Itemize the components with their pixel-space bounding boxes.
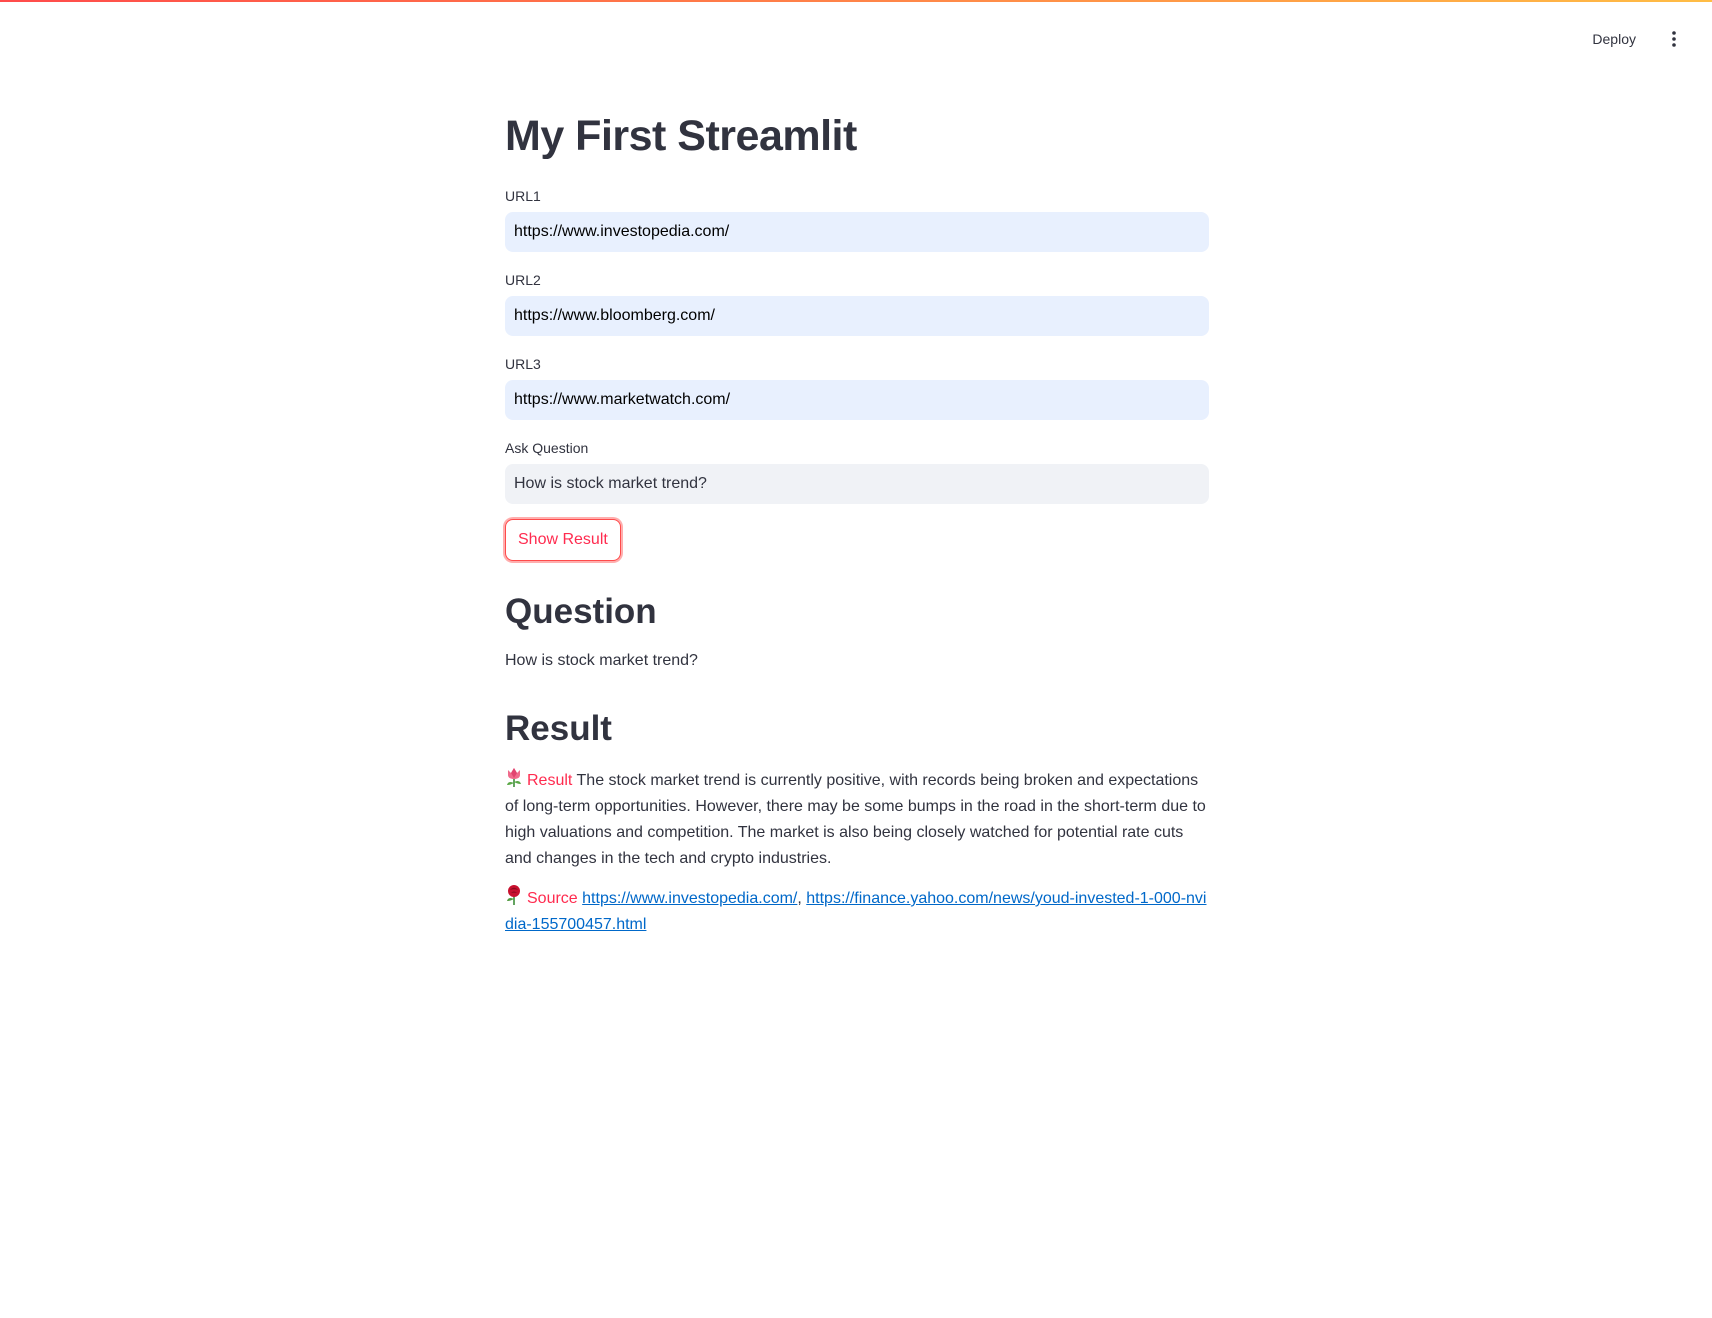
page-title: My First Streamlit (505, 112, 857, 160)
url1-input[interactable] (505, 212, 1209, 252)
show-result-button[interactable]: Show Result (505, 519, 621, 561)
source-separator: , (797, 890, 807, 907)
url3-label: URL3 (505, 356, 541, 372)
source-paragraph: Source https://www.investopedia.com/, ht… (505, 885, 1209, 938)
url1-label: URL1 (505, 188, 541, 204)
more-vertical-icon (1672, 31, 1676, 47)
result-text: The stock market trend is currently posi… (505, 772, 1206, 867)
result-label: Result (527, 772, 573, 789)
tulip-icon (507, 768, 521, 787)
app-header: Deploy (0, 2, 1712, 66)
source-link-1[interactable]: https://www.investopedia.com/ (582, 890, 797, 907)
ask-question-label: Ask Question (505, 440, 589, 456)
deploy-button[interactable]: Deploy (1584, 23, 1644, 55)
url2-input[interactable] (505, 296, 1209, 336)
result-paragraph: Result The stock market trend is current… (505, 767, 1209, 872)
main-menu-button[interactable] (1658, 23, 1690, 55)
question-heading: Question (505, 592, 657, 631)
url2-label: URL2 (505, 272, 541, 288)
url3-input[interactable] (505, 380, 1209, 420)
rose-icon (507, 885, 520, 905)
ask-question-input[interactable] (505, 464, 1209, 504)
question-text: How is stock market trend? (505, 652, 698, 669)
result-heading: Result (505, 709, 612, 748)
source-label: Source (527, 890, 578, 907)
